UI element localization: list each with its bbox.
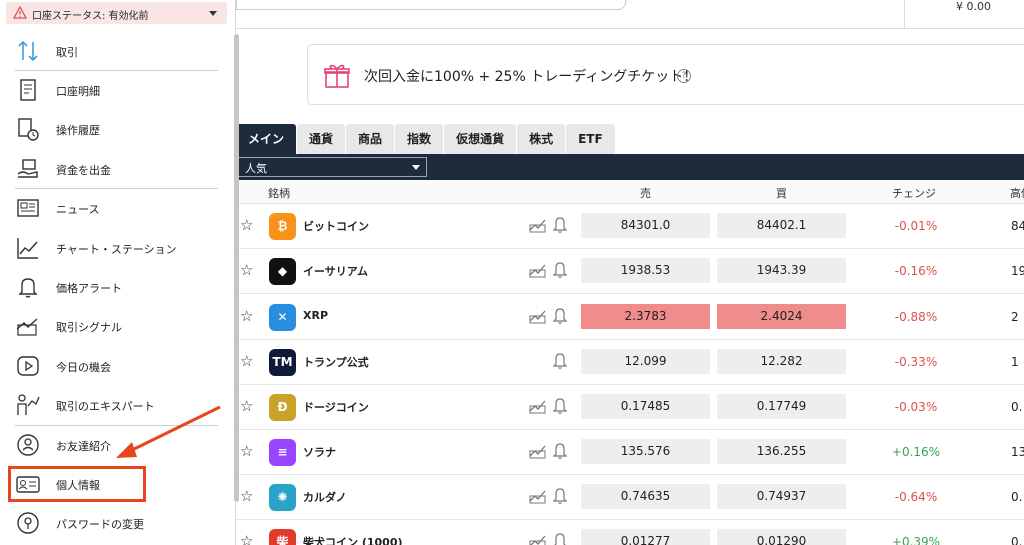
annotation-highlight-box	[8, 466, 146, 502]
annotation-arrow	[116, 405, 221, 458]
app-window: ¥ 0.00 次回入金に100% + 25% トレーディングチケット！ ? メイ…	[0, 0, 1024, 545]
